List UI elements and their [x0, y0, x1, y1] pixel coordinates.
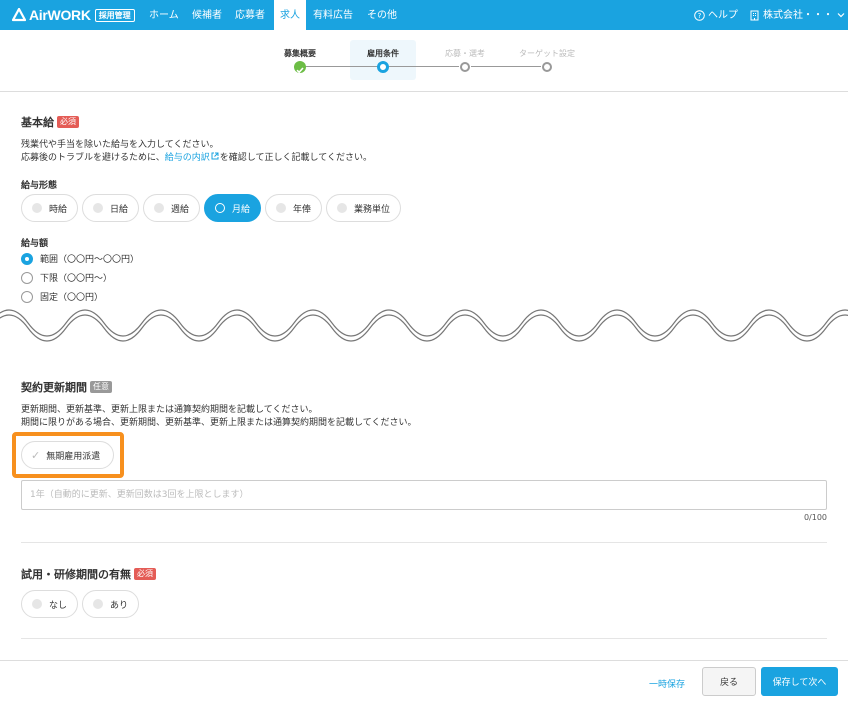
salary-desc-pre: 応募後のトラブルを避けるために、 [21, 153, 165, 163]
chip-label: 時給 [49, 204, 68, 215]
salary-desc-post: を確認して正しく記載してください。 [219, 153, 372, 163]
option-dot-icon [215, 203, 225, 213]
chip-label: 日給 [110, 204, 129, 215]
save-and-next-button[interactable]: 保存して次へ [761, 667, 838, 696]
salary-section-title: 基本給 必須 [21, 114, 79, 130]
chip-label: あり [110, 600, 129, 611]
salary-description: 残業代や手当を除いた給与を入力してください。 応募後のトラブルを避けるために、給… [21, 139, 372, 165]
step-current-dot[interactable] [377, 61, 389, 73]
step-label-selection: 応募・選考 [445, 49, 485, 58]
amount-option-range[interactable]: 範囲（〇〇円〜〇〇円） [21, 252, 139, 265]
step-done-check-icon[interactable] [294, 61, 306, 74]
pay-type-daily[interactable]: 日給 [82, 194, 140, 222]
external-link-icon[interactable] [211, 152, 219, 160]
help-icon: ? [694, 9, 705, 21]
salary-desc-line2: 応募後のトラブルを避けるために、給与の内訳 を確認して正しく記載してください。 [21, 152, 372, 165]
option-dot-icon [276, 203, 286, 213]
help-link[interactable]: ? ヘルプ [694, 0, 738, 30]
chevron-down-icon [837, 13, 845, 18]
section-divider [21, 542, 827, 543]
character-counter: 0/100 [803, 513, 827, 522]
radio-selected-icon[interactable] [21, 252, 33, 265]
back-button[interactable]: 戻る [702, 667, 756, 696]
building-icon [750, 10, 759, 20]
option-dot-icon [154, 203, 164, 213]
contract-description: 更新期間、更新基準、更新上限または通算契約期間を記載してください。 期間に限りが… [21, 404, 416, 430]
step-label-conditions: 雇用条件 [367, 49, 399, 58]
step-todo-dot [460, 62, 470, 72]
pay-amount-label: 給与額 [21, 239, 49, 249]
checkbox-label: 無期雇用派遣 [46, 451, 101, 462]
contract-title-text: 契約更新期間 [21, 381, 87, 394]
wave-line [0, 314, 848, 342]
step-connector [389, 66, 459, 67]
pay-type-annual[interactable]: 年俸 [265, 194, 323, 222]
progress-stepper: 募集概要 雇用条件 応募・選考 ターゲット設定 [0, 30, 848, 92]
nav-applicants[interactable]: 応募者 [235, 0, 265, 30]
option-dot-icon [32, 203, 42, 213]
footer-action-bar: 一時保存 戻る 保存して次へ [0, 660, 848, 706]
save-draft-button[interactable]: 一時保存 [649, 677, 685, 690]
required-badge: 必須 [57, 116, 79, 128]
current-step-highlight [350, 40, 416, 80]
optional-badge: 任意 [90, 381, 112, 393]
salary-title-text: 基本給 [21, 116, 54, 129]
chip-label: 年俸 [293, 204, 312, 215]
nav-home[interactable]: ホーム [149, 0, 179, 30]
step-label-overview: 募集概要 [284, 49, 316, 58]
chip-label: なし [49, 600, 68, 611]
wave-divider [0, 309, 848, 342]
step-connector [471, 66, 541, 67]
trial-option-none[interactable]: なし [21, 590, 79, 618]
step-label-target: ターゲット設定 [519, 49, 575, 58]
nav-candidates[interactable]: 候補者 [192, 0, 222, 30]
svg-text:?: ? [698, 12, 702, 20]
nav-jobs[interactable]: 求人 [274, 0, 306, 30]
company-label: 株式会社・・・ [763, 9, 833, 21]
logo-text: AirWORK [29, 7, 91, 23]
pay-type-weekly[interactable]: 週給 [143, 194, 201, 222]
pay-type-hourly[interactable]: 時給 [21, 194, 79, 222]
option-dot-icon [337, 203, 347, 213]
radio-icon[interactable] [21, 290, 33, 303]
wave-line [0, 309, 848, 337]
required-badge: 必須 [134, 568, 156, 580]
section-divider [21, 638, 827, 639]
step-todo-dot [542, 62, 552, 72]
option-dot-icon [93, 599, 103, 609]
contract-section-title: 契約更新期間 任意 [21, 379, 112, 395]
indefinite-dispatch-checkbox[interactable]: ✓ 無期雇用派遣 [21, 441, 114, 469]
contract-period-input[interactable] [21, 480, 827, 510]
logo-badge: 採用管理 [94, 8, 135, 22]
radio-label: 範囲（〇〇円〜〇〇円） [40, 255, 140, 265]
nav-others[interactable]: その他 [367, 0, 397, 30]
option-dot-icon [32, 599, 42, 609]
help-label: ヘルプ [708, 9, 738, 21]
nav-paid-ads[interactable]: 有料広告 [313, 0, 353, 30]
radio-label: 下限（〇〇円〜） [40, 274, 113, 284]
pay-type-label: 給与形態 [21, 181, 58, 191]
radio-icon[interactable] [21, 271, 33, 284]
trial-title-text: 試用・研修期間の有無 [21, 568, 131, 581]
trial-section-title: 試用・研修期間の有無 必須 [21, 566, 156, 582]
salary-breakdown-link[interactable]: 給与の内訳 [165, 153, 210, 163]
trial-option-yes[interactable]: あり [82, 590, 140, 618]
top-navbar: AirWORK 採用管理 ホーム 候補者 応募者 求人 有料広告 その他 ? ヘ… [0, 0, 848, 30]
amount-option-min[interactable]: 下限（〇〇円〜） [21, 271, 112, 284]
step-connector [306, 66, 377, 67]
salary-desc-line1: 残業代や手当を除いた給与を入力してください。 [21, 140, 219, 150]
chip-label: 月給 [232, 204, 251, 215]
pay-type-monthly[interactable]: 月給 [204, 194, 262, 222]
contract-desc-line1: 更新期間、更新基準、更新上限または通算契約期間を記載してください。 [21, 405, 318, 415]
airwork-logo[interactable]: AirWORK 採用管理 [12, 7, 135, 23]
option-dot-icon [93, 203, 103, 213]
company-menu[interactable]: 株式会社・・・ [749, 0, 845, 30]
contract-desc-line2: 期間に限りがある場合、更新期間、更新基準、更新上限または通算契約期間を記載してく… [21, 418, 417, 428]
chip-label: 業務単位 [354, 204, 391, 215]
chip-label: 週給 [171, 204, 190, 215]
logo-mark-icon [12, 8, 26, 22]
pay-type-per-task[interactable]: 業務単位 [326, 194, 402, 222]
checkmark-icon: ✓ [31, 448, 41, 462]
